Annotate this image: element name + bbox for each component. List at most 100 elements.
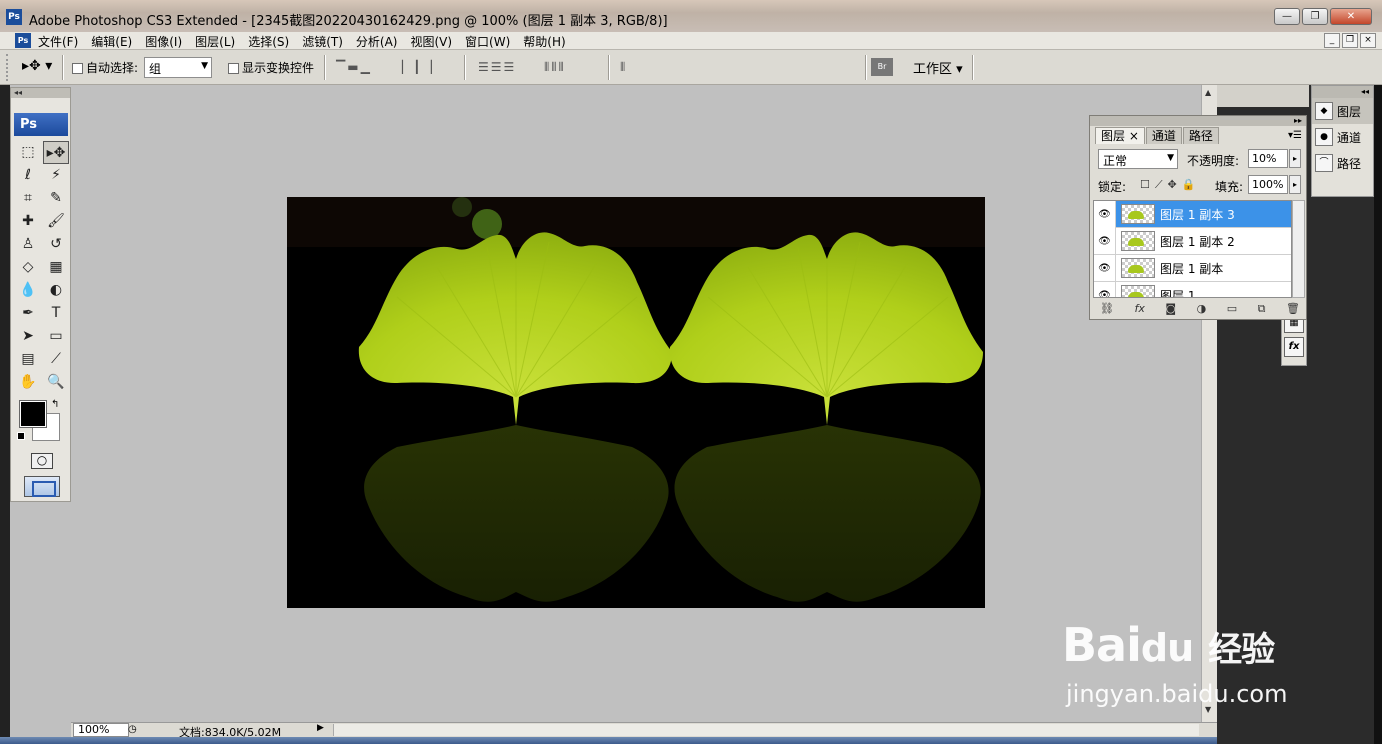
new-layer-icon[interactable]: ⧉ bbox=[1258, 302, 1266, 316]
doc-restore-button[interactable]: ❐ bbox=[1342, 33, 1358, 48]
dock-column-header[interactable] bbox=[1217, 85, 1309, 107]
screen-mode-button[interactable] bbox=[24, 476, 60, 497]
menu-analysis[interactable]: 分析(A) bbox=[356, 33, 405, 50]
type-tool-icon[interactable]: T bbox=[43, 302, 69, 325]
workspace-menu[interactable]: 工作区 ▾ bbox=[913, 58, 963, 77]
menu-edit[interactable]: 编辑(E) bbox=[91, 33, 139, 50]
move-tool-preset-icon[interactable]: ▸✥ ▾ bbox=[22, 58, 52, 74]
add-mask-icon[interactable]: ◙ bbox=[1165, 302, 1176, 316]
path-selection-tool-icon[interactable]: ➤ bbox=[15, 325, 41, 348]
doc-close-button[interactable]: × bbox=[1360, 33, 1376, 48]
menu-view[interactable]: 视图(V) bbox=[410, 33, 459, 50]
show-transform-checkbox[interactable] bbox=[228, 63, 239, 74]
maximize-button[interactable]: ❐ bbox=[1302, 8, 1328, 25]
tab-paths[interactable]: 路径 bbox=[1182, 127, 1219, 144]
menu-file[interactable]: 文件(F) bbox=[38, 33, 85, 50]
fill-input[interactable]: 100% bbox=[1248, 175, 1288, 194]
healing-brush-tool-icon[interactable]: ✚ bbox=[15, 210, 41, 233]
history-brush-tool-icon[interactable]: ↺ bbox=[43, 233, 69, 256]
swap-colors-icon[interactable]: ↰ bbox=[51, 399, 59, 410]
gradient-tool-icon[interactable]: ▦ bbox=[43, 256, 69, 279]
panel-menu-icon[interactable]: ▾☰ bbox=[1288, 130, 1302, 141]
auto-align-icon[interactable]: ⦀ bbox=[620, 60, 627, 75]
layer-style-fx-icon[interactable]: fx bbox=[1134, 302, 1144, 316]
marquee-tool-icon[interactable]: ⬚ bbox=[15, 141, 41, 164]
hand-tool-icon[interactable]: ✋ bbox=[15, 371, 41, 394]
layer-list-scrollbar[interactable] bbox=[1292, 200, 1305, 298]
default-colors-icon[interactable] bbox=[17, 432, 25, 440]
fill-slider-arrow-icon[interactable]: ▸ bbox=[1289, 175, 1301, 194]
visibility-eye-icon[interactable]: 👁 bbox=[1094, 201, 1116, 228]
slice-tool-icon[interactable]: ✎ bbox=[43, 187, 69, 210]
quick-mask-button[interactable]: ○ bbox=[31, 453, 53, 469]
panel-collapse-arrows[interactable]: ▸▸ bbox=[1090, 116, 1306, 126]
doc-minimize-button[interactable]: _ bbox=[1324, 33, 1340, 48]
auto-select-dropdown[interactable]: 组 ▼ bbox=[144, 57, 212, 78]
lock-options-icons[interactable]: ☐⟋✥🔒 bbox=[1140, 178, 1200, 192]
tab-layers[interactable]: 图层 × bbox=[1095, 127, 1145, 144]
zoom-field[interactable]: 100% bbox=[73, 723, 129, 737]
show-transform-option[interactable]: 显示变换控件 bbox=[228, 59, 314, 76]
eyedropper-tool-icon[interactable]: ⟋ bbox=[43, 348, 69, 371]
move-tool-icon[interactable]: ▸✥ bbox=[43, 141, 69, 164]
blend-mode-dropdown[interactable]: 正常 ▼ bbox=[1098, 149, 1178, 169]
notes-tool-icon[interactable]: ▤ bbox=[15, 348, 41, 371]
menu-window[interactable]: 窗口(W) bbox=[465, 33, 517, 50]
fx-icon[interactable]: fx bbox=[1284, 337, 1304, 357]
dock-collapse-arrows[interactable]: ◂◂ bbox=[1312, 86, 1373, 98]
visibility-eye-icon[interactable]: 👁 bbox=[1094, 254, 1116, 282]
visibility-eye-icon[interactable]: 👁 bbox=[1094, 281, 1116, 297]
horizontal-scrollbar[interactable] bbox=[333, 724, 1199, 736]
toolbox-header[interactable]: ◂◂ bbox=[11, 88, 70, 98]
document-canvas[interactable] bbox=[287, 197, 985, 608]
align-edges-icons[interactable]: ▔▬▁ bbox=[336, 60, 372, 74]
dock-tab-paths[interactable]: ⌒ 路径 bbox=[1312, 150, 1373, 176]
align-centers-icons[interactable]: ▏┃▕ bbox=[402, 60, 434, 74]
pen-tool-icon[interactable]: ✒ bbox=[15, 302, 41, 325]
link-layers-icon[interactable]: ⛓ bbox=[1100, 302, 1114, 316]
magic-wand-tool-icon[interactable]: ⚡ bbox=[43, 164, 69, 187]
menu-help[interactable]: 帮助(H) bbox=[523, 33, 572, 50]
menu-filter[interactable]: 滤镜(T) bbox=[302, 33, 350, 50]
tab-channels[interactable]: 通道 bbox=[1145, 127, 1182, 144]
zoom-tool-icon[interactable]: 🔍 bbox=[43, 371, 69, 394]
photoshop-app-icon[interactable]: Ps bbox=[6, 9, 22, 25]
status-info-icon[interactable]: ◷ bbox=[128, 724, 137, 735]
layer-row[interactable]: 👁 图层 1 bbox=[1094, 281, 1291, 297]
crop-tool-icon[interactable]: ⌗ bbox=[15, 187, 41, 210]
shape-tool-icon[interactable]: ▭ bbox=[43, 325, 69, 348]
distribute-vertical-icons[interactable]: ☰☰☰ bbox=[478, 60, 516, 74]
delete-layer-icon[interactable]: 🗑 bbox=[1286, 302, 1300, 316]
opacity-slider-arrow-icon[interactable]: ▸ bbox=[1289, 149, 1301, 168]
layer-row[interactable]: 👁 图层 1 副本 bbox=[1094, 254, 1291, 282]
visibility-eye-icon[interactable]: 👁 bbox=[1094, 227, 1116, 255]
dock-tab-channels[interactable]: ● 通道 bbox=[1312, 124, 1373, 150]
lasso-tool-icon[interactable]: ℓ bbox=[15, 164, 41, 187]
blur-tool-icon[interactable]: 💧 bbox=[15, 279, 41, 302]
auto-select-option[interactable]: 自动选择: bbox=[72, 59, 138, 76]
brush-tool-icon[interactable]: 🖌 bbox=[43, 210, 69, 233]
foreground-color-swatch[interactable] bbox=[19, 400, 47, 428]
dock-tab-layers[interactable]: ◆ 图层 bbox=[1312, 98, 1373, 124]
bridge-icon[interactable]: Br bbox=[871, 58, 893, 76]
auto-select-checkbox[interactable] bbox=[72, 63, 83, 74]
minimize-button[interactable]: — bbox=[1274, 8, 1300, 25]
document-icon[interactable]: Ps bbox=[15, 33, 31, 48]
layer-row[interactable]: 👁 图层 1 副本 3 bbox=[1094, 201, 1291, 228]
menu-select[interactable]: 选择(S) bbox=[248, 33, 296, 50]
scroll-up-icon[interactable]: ▲ bbox=[1205, 88, 1211, 97]
layer-row[interactable]: 👁 图层 1 副本 2 bbox=[1094, 227, 1291, 255]
close-button[interactable]: ✕ bbox=[1330, 8, 1372, 25]
opacity-input[interactable]: 10% bbox=[1248, 149, 1288, 168]
distribute-horizontal-icons[interactable]: ⦀⦀⦀ bbox=[544, 60, 566, 75]
photoshop-logo[interactable]: Ps bbox=[14, 113, 68, 136]
clone-stamp-tool-icon[interactable]: ♙ bbox=[15, 233, 41, 256]
menu-image[interactable]: 图像(I) bbox=[145, 33, 189, 50]
options-bar-grip[interactable] bbox=[6, 54, 10, 81]
adjustment-layer-icon[interactable]: ◑ bbox=[1197, 302, 1207, 316]
eraser-tool-icon[interactable]: ◇ bbox=[15, 256, 41, 279]
status-menu-arrow-icon[interactable]: ▶ bbox=[317, 723, 324, 733]
dodge-tool-icon[interactable]: ◐ bbox=[43, 279, 69, 302]
menu-layer[interactable]: 图层(L) bbox=[195, 33, 242, 50]
new-group-icon[interactable]: ▭ bbox=[1227, 302, 1237, 316]
